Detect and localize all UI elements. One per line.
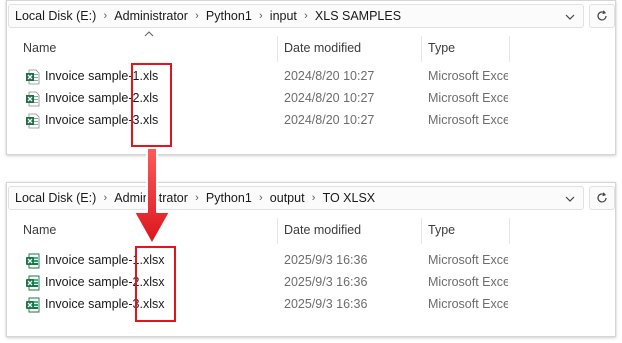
file-type: Microsoft Excel 97-2003 Worksheet [428,69,508,83]
file-date-modified: 2025/9/3 16:36 [284,275,368,289]
column-header-type[interactable]: Type [428,223,455,237]
column-divider[interactable] [509,218,510,244]
xlsx-file-icon [26,297,40,313]
xlsx-file-icon [26,253,40,269]
column-header-type[interactable]: Type [428,41,455,55]
down-arrow-icon [133,148,171,245]
file-row[interactable]: Invoice sample-1.xls 2024/8/20 10:27 Mic… [7,66,615,88]
file-row[interactable]: Invoice sample-3.xls 2024/8/20 10:27 Mic… [7,110,615,132]
explorer-window-output: Local Disk (E:) › Administrator › Python… [6,182,616,337]
extension-highlight-xlsx [135,246,176,322]
address-history-button[interactable] [561,190,579,208]
address-bar[interactable]: Local Disk (E:) › Administrator › Python… [8,4,584,28]
address-history-button[interactable] [561,8,579,26]
breadcrumb-current-folder[interactable]: XLS SAMPLES [315,9,401,23]
xls-file-icon [26,113,40,129]
breadcrumb-folder[interactable]: output [270,191,305,205]
address-bar-row: Local Disk (E:) › Administrator › Python… [7,183,615,212]
file-row[interactable]: Invoice sample-2.xls 2024/8/20 10:27 Mic… [7,88,615,110]
column-header-date-modified[interactable]: Date modified [284,41,361,55]
breadcrumb-drive[interactable]: Local Disk (E:) [15,191,96,205]
file-type: Microsoft Excel Worksheet [428,253,508,267]
chevron-right-icon[interactable]: › [252,192,270,204]
refresh-button[interactable] [589,186,615,210]
refresh-icon [597,192,607,203]
file-date-modified: 2025/9/3 16:36 [284,253,368,267]
chevron-down-icon [565,14,575,20]
column-header-date-modified[interactable]: Date modified [284,223,361,237]
xlsx-file-icon [26,275,40,291]
breadcrumb-drive[interactable]: Local Disk (E:) [15,9,96,23]
breadcrumb-folder[interactable]: Administrator [114,9,188,23]
column-header-name[interactable]: Name [23,41,56,55]
extension-highlight-xls [131,63,172,147]
chevron-right-icon[interactable]: › [252,10,270,22]
xls-file-icon [26,91,40,107]
explorer-window-input: Local Disk (E:) › Administrator › Python… [6,0,616,155]
column-divider[interactable] [421,218,422,244]
address-bar-row: Local Disk (E:) › Administrator › Python… [7,1,615,30]
chevron-right-icon[interactable]: › [96,10,114,22]
chevron-right-icon[interactable]: › [297,10,315,22]
file-row[interactable]: Invoice sample-1.xlsx 2025/9/3 16:36 Mic… [7,250,615,272]
chevron-right-icon[interactable]: › [305,192,323,204]
file-type: Microsoft Excel Worksheet [428,297,508,311]
column-divider[interactable] [421,36,422,62]
file-type: Microsoft Excel Worksheet [428,275,508,289]
xls-file-icon [26,69,40,85]
breadcrumb-folder[interactable]: Python1 [206,191,252,205]
chevron-right-icon[interactable]: › [96,192,114,204]
file-date-modified: 2025/9/3 16:36 [284,297,368,311]
file-row[interactable]: Invoice sample-3.xlsx 2025/9/3 16:36 Mic… [7,294,615,316]
sort-ascending-icon [144,31,154,37]
column-header-row: Name Date modified Type [7,218,615,244]
file-date-modified: 2024/8/20 10:27 [284,91,375,105]
refresh-button[interactable] [589,4,615,28]
refresh-icon [597,10,607,21]
address-bar[interactable]: Local Disk (E:) › Administrator › Python… [8,186,584,210]
column-divider[interactable] [277,36,278,62]
breadcrumb-folder[interactable]: input [270,9,297,23]
column-header-row: Name Date modified Type [7,31,615,62]
file-date-modified: 2024/8/20 10:27 [284,69,375,83]
file-date-modified: 2024/8/20 10:27 [284,113,375,127]
chevron-right-icon[interactable]: › [188,10,206,22]
column-header-name[interactable]: Name [23,223,56,237]
column-divider[interactable] [509,36,510,62]
file-type: Microsoft Excel 97-2003 Worksheet [428,113,508,127]
column-divider[interactable] [277,218,278,244]
chevron-right-icon[interactable]: › [188,192,206,204]
file-row[interactable]: Invoice sample-2.xlsx 2025/9/3 16:36 Mic… [7,272,615,294]
file-type: Microsoft Excel 97-2003 Worksheet [428,91,508,105]
breadcrumb-folder[interactable]: Python1 [206,9,252,23]
chevron-down-icon [565,196,575,202]
breadcrumb-current-folder[interactable]: TO XLSX [323,191,376,205]
